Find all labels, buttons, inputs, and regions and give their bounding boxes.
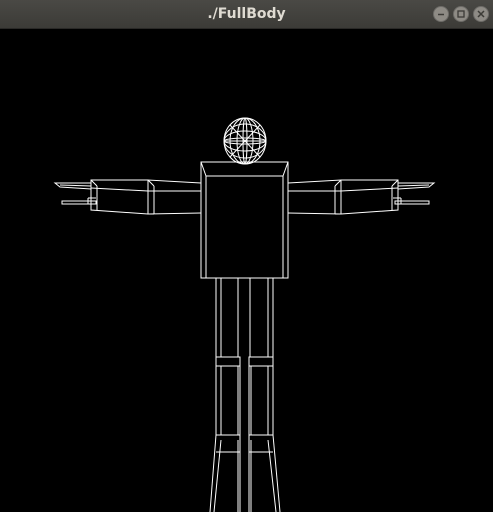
right-upper-arm <box>287 179 342 215</box>
torso-box <box>200 161 289 279</box>
left-thigh <box>215 278 239 357</box>
left-hand <box>53 182 97 205</box>
right-thigh <box>249 278 274 357</box>
wireframe-figure <box>53 117 436 512</box>
left-forearm <box>90 179 149 215</box>
close-icon <box>477 10 485 18</box>
left-knee <box>215 356 241 367</box>
opengl-viewport[interactable] <box>0 29 493 512</box>
right-forearm <box>340 179 399 215</box>
window-title: ./FullBody <box>207 6 286 22</box>
minimize-button[interactable] <box>433 6 449 22</box>
right-shin <box>248 366 274 435</box>
maximize-button[interactable] <box>453 6 469 22</box>
head-sphere <box>223 117 267 165</box>
right-foot <box>248 434 281 512</box>
left-shin <box>215 366 241 435</box>
maximize-icon <box>457 10 465 18</box>
left-upper-arm <box>147 179 202 215</box>
right-hand <box>393 182 436 205</box>
minimize-icon <box>438 13 444 16</box>
left-foot <box>209 434 241 512</box>
title-bar[interactable]: ./FullBody <box>0 0 493 29</box>
app-window: ./FullBody <box>0 0 493 512</box>
close-button[interactable] <box>473 6 489 22</box>
right-knee <box>248 356 274 367</box>
